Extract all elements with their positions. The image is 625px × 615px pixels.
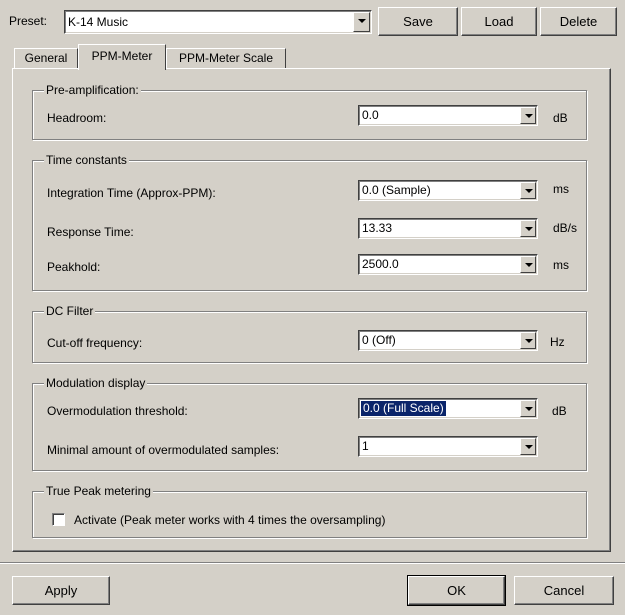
cutoff-value: 0 (Off) (362, 333, 396, 347)
cutoff-label: Cut-off frequency: (47, 336, 143, 350)
apply-button[interactable]: Apply (12, 576, 110, 605)
chevron-down-icon[interactable] (353, 12, 370, 32)
save-button[interactable]: Save (378, 7, 458, 36)
tab-general[interactable]: General (14, 48, 78, 68)
headroom-select[interactable]: 0.0 (358, 105, 538, 126)
cutoff-select[interactable]: 0 (Off) (358, 330, 538, 351)
threshold-value: 0.0 (Full Scale) (361, 401, 446, 416)
integration-select[interactable]: 0.0 (Sample) (358, 180, 538, 201)
cutoff-unit: Hz (550, 335, 565, 349)
preset-label: Preset: (9, 14, 48, 28)
tab-ppm-meter-scale[interactable]: PPM-Meter Scale (166, 48, 286, 68)
chevron-down-icon[interactable] (520, 182, 536, 199)
tab-panel (12, 68, 611, 552)
tab-ppm-meter[interactable]: PPM-Meter (78, 44, 166, 70)
samples-value: 1 (362, 439, 369, 453)
headroom-unit: dB (553, 111, 568, 125)
response-label: Response Time: (47, 225, 134, 239)
peakhold-label: Peakhold: (47, 260, 101, 274)
threshold-unit: dB (552, 404, 567, 418)
integration-label: Integration Time (Approx-PPM): (47, 186, 216, 200)
peakhold-select[interactable]: 2500.0 (358, 254, 538, 275)
chevron-down-icon[interactable] (520, 400, 536, 417)
response-select[interactable]: 13.33 (358, 218, 538, 239)
group-true-peak-title: True Peak metering (44, 484, 153, 498)
samples-label: Minimal amount of overmodulated samples: (47, 443, 280, 457)
group-preamp-title: Pre-amplification: (44, 83, 141, 97)
ok-button[interactable]: OK (407, 575, 506, 606)
peakhold-unit: ms (553, 258, 569, 272)
activate-checkbox[interactable] (52, 513, 65, 526)
chevron-down-icon[interactable] (520, 438, 536, 455)
headroom-value: 0.0 (362, 108, 379, 122)
footer-separator (0, 562, 625, 564)
response-unit: dB/s (553, 221, 578, 235)
group-modulation-title: Modulation display (44, 376, 148, 390)
preset-value: K-14 Music (68, 15, 129, 29)
group-modulation (32, 383, 587, 471)
chevron-down-icon[interactable] (520, 332, 536, 349)
threshold-label: Overmodulation threshold: (47, 404, 188, 418)
activate-label[interactable]: Activate (Peak meter works with 4 times … (74, 513, 385, 527)
peakhold-value: 2500.0 (362, 257, 399, 271)
load-button[interactable]: Load (461, 7, 537, 36)
integration-unit: ms (553, 182, 569, 196)
cancel-button[interactable]: Cancel (514, 576, 614, 605)
headroom-label: Headroom: (47, 111, 107, 125)
chevron-down-icon[interactable] (520, 220, 536, 237)
integration-value: 0.0 (Sample) (362, 183, 431, 197)
chevron-down-icon[interactable] (520, 256, 536, 273)
response-value: 13.33 (362, 221, 393, 235)
samples-select[interactable]: 1 (358, 436, 538, 457)
preset-select[interactable]: K-14 Music (64, 10, 372, 34)
chevron-down-icon[interactable] (520, 107, 536, 124)
group-dc-filter-title: DC Filter (44, 304, 96, 318)
delete-button[interactable]: Delete (540, 7, 617, 36)
threshold-select[interactable]: 0.0 (Full Scale) (358, 398, 538, 419)
group-time-constants-title: Time constants (44, 153, 129, 167)
